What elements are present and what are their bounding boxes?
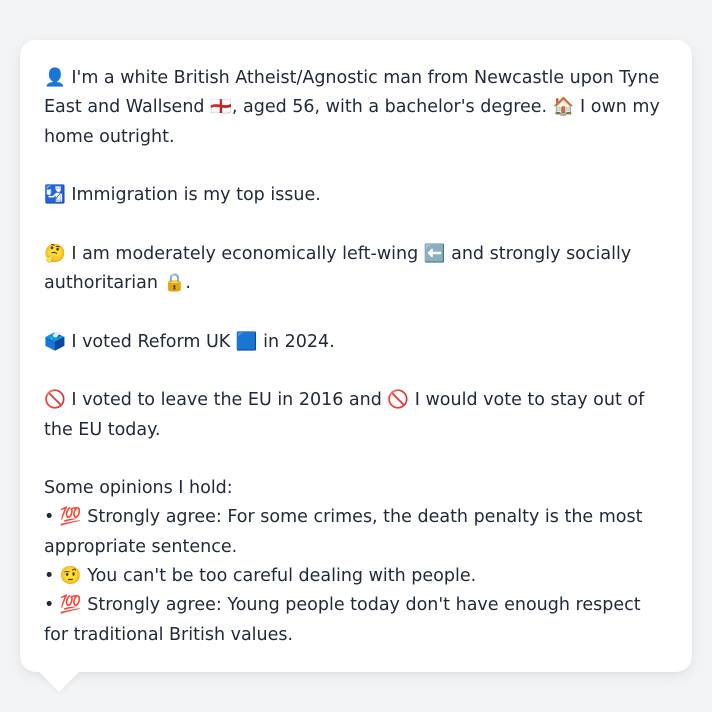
vote-2024-text: 🗳️ I voted Reform UK 🟦 in 2024. xyxy=(44,331,335,352)
intro-text: 👤 I'm a white British Atheist/Agnostic m… xyxy=(44,68,660,147)
message-bubble: 👤 I'm a white British Atheist/Agnostic m… xyxy=(20,40,692,672)
top-issue-text: 🛂 Immigration is my top issue. xyxy=(44,185,321,206)
opinion-item: • 🤨 You can't be too careful dealing wit… xyxy=(44,566,477,587)
bubble-tail xyxy=(39,672,79,692)
opinion-item: • 💯 Strongly agree: For some crimes, the… xyxy=(44,507,643,557)
eu-vote-text: 🚫 I voted to leave the EU in 2016 and 🚫 … xyxy=(44,390,645,440)
ideology-text: 🤔 I am moderately economically left-wing… xyxy=(44,243,632,294)
opinion-item: • 💯 Strongly agree: Young people today d… xyxy=(44,595,641,645)
opinions-heading: Some opinions I hold: xyxy=(44,478,233,499)
